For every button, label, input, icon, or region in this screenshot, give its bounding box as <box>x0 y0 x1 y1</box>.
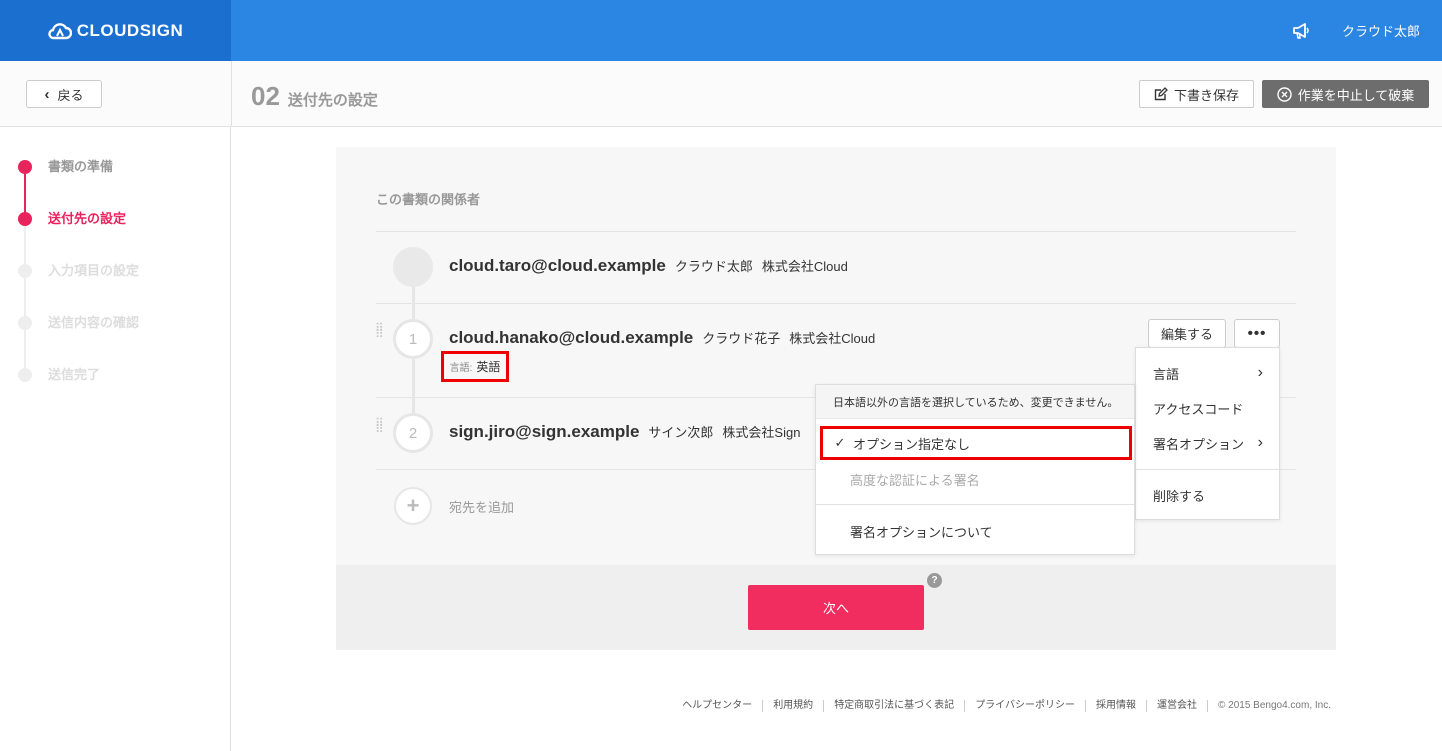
footer-link-company[interactable]: 運営会社 <box>1147 700 1208 712</box>
copyright: © 2015 Bengo4.com, Inc. <box>1218 700 1331 711</box>
next-button[interactable]: 次へ <box>748 585 924 630</box>
option-advanced-signature: 高度な認証による署名 <box>820 462 1132 496</box>
divider <box>816 504 1134 505</box>
order-number: 1 <box>408 330 418 348</box>
recipient-email: cloud.hanako@cloud.example <box>449 328 694 347</box>
step-dot <box>18 316 32 330</box>
order-number: 2 <box>408 424 418 442</box>
check-icon: ✓ <box>834 435 846 450</box>
footer-link-careers[interactable]: 採用情報 <box>1086 700 1147 712</box>
sender-avatar <box>393 247 433 287</box>
edit-icon <box>1154 87 1168 101</box>
step-label: 入力項目の設定 <box>48 263 140 278</box>
recipient-row: sign.jiro@sign.example サイン次郎 株式会社Sign <box>449 422 800 442</box>
recipient-order-badge: 1 <box>393 319 433 359</box>
megaphone-icon[interactable] <box>1292 22 1310 39</box>
sender-name: クラウド太郎 <box>674 259 753 274</box>
step-dot <box>18 368 32 382</box>
footer-link-privacy[interactable]: プライバシーポリシー <box>965 700 1086 712</box>
save-draft-button[interactable]: 下書き保存 <box>1139 80 1254 108</box>
save-draft-label: 下書き保存 <box>1173 87 1239 103</box>
close-circle-icon <box>1276 86 1292 102</box>
step-label: 送信内容の確認 <box>48 315 140 330</box>
chevron-right-icon: › <box>1257 364 1263 381</box>
footer-link-commerce-law[interactable]: 特定商取引法に基づく表記 <box>824 700 966 712</box>
signature-option-submenu: 日本語以外の言語を選択しているため、変更できません。 ✓ オプション指定なし 高… <box>815 384 1135 555</box>
recipient-row: cloud.hanako@cloud.example クラウド花子 株式会社Cl… <box>449 328 875 348</box>
add-recipient-icon[interactable]: + <box>394 487 432 525</box>
section-heading: この書類の関係者 <box>376 192 481 207</box>
menu-item-language[interactable]: 言語 › <box>1136 356 1279 390</box>
divider <box>376 303 1296 304</box>
menu-item-label: 署名オプション <box>1153 436 1245 452</box>
progress-sidebar: 書類の準備 送付先の設定 入力項目の設定 送信内容の確認 送信完了 <box>0 127 231 751</box>
divider <box>231 61 232 127</box>
option-about-signature[interactable]: 署名オプションについて <box>820 514 1132 548</box>
sub-header: ‹ 戻る 02 送付先の設定 下書き保存 作業を中止して破棄 <box>0 61 1442 127</box>
step-label: 書類の準備 <box>48 159 114 174</box>
step-prepare-document[interactable]: 書類の準備 <box>18 157 139 209</box>
menu-item-label: アクセスコード <box>1153 401 1244 417</box>
footer-link-help[interactable]: ヘルプセンター <box>672 700 764 712</box>
page-title: 02 送付先の設定 <box>251 81 378 112</box>
chevron-right-icon: › <box>1257 434 1263 451</box>
recipient-email: sign.jiro@sign.example <box>449 422 640 441</box>
help-icon[interactable]: ? <box>927 573 942 588</box>
step-confirm: 送信内容の確認 <box>18 313 139 365</box>
step-recipients[interactable]: 送付先の設定 <box>18 209 139 261</box>
edit-recipient-button[interactable]: 編集する <box>1148 319 1226 348</box>
menu-item-signature-option[interactable]: 署名オプション › <box>1136 426 1279 460</box>
drag-handle-icon[interactable]: ⠿ ⠿ <box>375 417 385 446</box>
sender-email: cloud.taro@cloud.example <box>449 256 666 275</box>
step-label: 送付先の設定 <box>48 211 127 226</box>
page-footer: ヘルプセンター 利用規約 特定商取引法に基づく表記 プライバシーポリシー 採用情… <box>672 700 1341 712</box>
language-key: 言語: <box>449 363 473 374</box>
step-input-fields: 入力項目の設定 <box>18 261 139 313</box>
abort-label: 作業を中止して破棄 <box>1297 87 1415 103</box>
divider <box>1136 469 1279 470</box>
user-area: クラウド太郎 <box>1292 0 1420 61</box>
step-complete: 送信完了 <box>18 365 139 417</box>
recipient-name: サイン次郎 <box>648 425 714 440</box>
step-title-text: 送付先の設定 <box>287 92 378 109</box>
recipient-company: 株式会社Cloud <box>789 331 876 346</box>
back-label: 戻る <box>57 87 84 103</box>
user-name[interactable]: クラウド太郎 <box>1342 21 1420 40</box>
submenu-notice: 日本語以外の言語を選択しているため、変更できません。 <box>816 385 1134 419</box>
more-options-button[interactable]: ••• <box>1234 319 1280 348</box>
divider <box>376 231 1296 232</box>
option-label: 署名オプションについて <box>850 524 993 540</box>
chevron-left-icon: ‹ <box>44 85 50 103</box>
language-badge: 言語: 英語 <box>441 351 509 382</box>
step-dot <box>18 212 32 226</box>
menu-item-delete[interactable]: 削除する <box>1136 478 1279 512</box>
option-none[interactable]: ✓ オプション指定なし <box>820 426 1132 460</box>
menu-item-access-code[interactable]: アクセスコード <box>1136 391 1279 425</box>
menu-item-label: 削除する <box>1153 488 1206 504</box>
sender-row: cloud.taro@cloud.example クラウド太郎 株式会社Clou… <box>449 256 848 276</box>
step-dot <box>18 264 32 278</box>
sender-company: 株式会社Cloud <box>761 259 848 274</box>
step-number: 02 <box>251 81 280 111</box>
step-label: 送信完了 <box>48 367 101 382</box>
step-list: 書類の準備 送付先の設定 入力項目の設定 送信内容の確認 送信完了 <box>18 157 139 417</box>
brand-logo[interactable]: CLOUDSIGN <box>0 0 231 61</box>
drag-handle-icon[interactable]: ⠿ ⠿ <box>375 322 385 351</box>
step-dot <box>18 160 32 174</box>
brand-name: CLOUDSIGN <box>76 20 184 40</box>
menu-item-label: 言語 <box>1153 366 1180 382</box>
top-bar: CLOUDSIGN クラウド太郎 <box>0 0 1442 61</box>
add-recipient-link[interactable]: 宛先を追加 <box>449 497 514 516</box>
cloud-logo-icon <box>48 22 72 39</box>
option-label: オプション指定なし <box>853 436 971 452</box>
option-label: 高度な認証による署名 <box>850 472 980 488</box>
footer-link-terms[interactable]: 利用規約 <box>763 700 825 712</box>
recipient-order-badge: 2 <box>393 413 433 453</box>
recipient-options-menu: 言語 › アクセスコード 署名オプション › 削除する <box>1135 347 1280 520</box>
recipient-name: クラウド花子 <box>702 331 781 346</box>
language-value: 英語 <box>476 360 501 374</box>
recipient-company: 株式会社Sign <box>722 425 801 440</box>
abort-button[interactable]: 作業を中止して破棄 <box>1262 80 1429 108</box>
back-button[interactable]: ‹ 戻る <box>26 80 102 108</box>
